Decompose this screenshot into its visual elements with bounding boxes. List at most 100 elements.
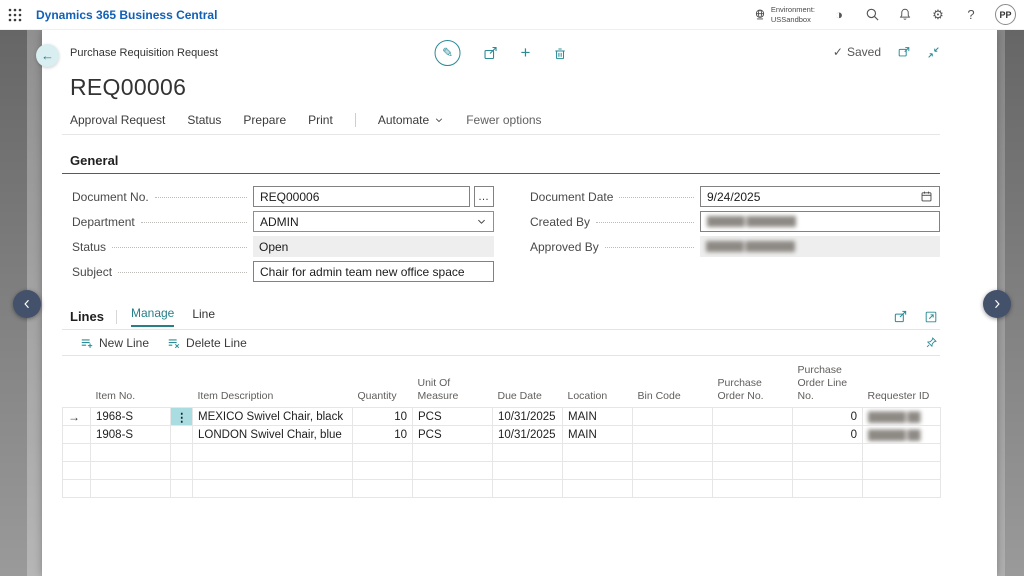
cell-po_no[interactable] xyxy=(713,408,793,426)
col-header-bin_code[interactable]: Bin Code xyxy=(633,362,713,408)
action-automate[interactable]: Automate xyxy=(378,113,444,127)
action-status[interactable]: Status xyxy=(187,113,221,127)
cell-due_date[interactable] xyxy=(493,462,563,480)
delete-button[interactable] xyxy=(552,46,567,61)
cell-quantity[interactable] xyxy=(353,480,413,498)
table-row-empty[interactable] xyxy=(63,480,941,498)
cell-requester_id[interactable]: ██████ ██ xyxy=(863,426,941,444)
search-icon[interactable] xyxy=(863,6,881,24)
document-no-input[interactable]: REQ00006 xyxy=(253,186,470,207)
action-prepare[interactable]: Prepare xyxy=(243,113,286,127)
cell-po_no[interactable] xyxy=(713,426,793,444)
collapse-icon[interactable] xyxy=(927,46,940,59)
cell-bin_code[interactable] xyxy=(633,480,713,498)
col-header-item_no[interactable]: Item No. xyxy=(91,362,171,408)
cell-due_date[interactable] xyxy=(493,444,563,462)
cell-description[interactable]: MEXICO Swivel Chair, black xyxy=(193,408,353,426)
environment-indicator[interactable]: Environment: USSandbox xyxy=(753,5,815,24)
cell-location[interactable] xyxy=(563,444,633,462)
cell-requester_id[interactable] xyxy=(863,462,941,480)
cell-requester_id[interactable] xyxy=(863,444,941,462)
action-fewer-options[interactable]: Fewer options xyxy=(466,113,541,127)
copilot-icon[interactable]: ◑ xyxy=(830,6,848,24)
cell-description[interactable] xyxy=(193,462,353,480)
cell-bin_code[interactable] xyxy=(633,444,713,462)
avatar[interactable]: PP xyxy=(995,4,1016,25)
cell-po_no[interactable] xyxy=(713,444,793,462)
document-date-input[interactable]: 9/24/2025 xyxy=(700,186,940,207)
col-header-options[interactable] xyxy=(171,362,193,408)
cell-quantity[interactable] xyxy=(353,462,413,480)
help-icon[interactable]: ? xyxy=(962,6,980,24)
col-header-due_date[interactable]: Due Date xyxy=(493,362,563,408)
cell-item_no[interactable]: 1908-S xyxy=(91,426,171,444)
previous-record-button[interactable] xyxy=(13,290,41,318)
cell-item_no[interactable]: 1968-S xyxy=(91,408,171,426)
tab-manage[interactable]: Manage xyxy=(131,306,174,327)
cell-bin_code[interactable] xyxy=(633,426,713,444)
cell-item_no[interactable] xyxy=(91,480,171,498)
col-header-po_line_no[interactable]: Purchase Order Line No. xyxy=(793,362,863,408)
cell-po_no[interactable] xyxy=(713,480,793,498)
settings-icon[interactable]: ⚙ xyxy=(929,6,947,24)
general-section-header[interactable]: General xyxy=(62,149,940,174)
cell-options[interactable]: ⋮ xyxy=(171,408,193,426)
cell-requester_id[interactable] xyxy=(863,480,941,498)
cell-due_date[interactable] xyxy=(493,480,563,498)
cell-description[interactable] xyxy=(193,480,353,498)
cell-uom[interactable] xyxy=(413,444,493,462)
col-header-quantity[interactable]: Quantity xyxy=(353,362,413,408)
table-row-empty[interactable] xyxy=(63,444,941,462)
action-print[interactable]: Print xyxy=(308,113,333,127)
cell-po_line_no[interactable] xyxy=(793,480,863,498)
delete-line-button[interactable]: Delete Line xyxy=(167,336,247,350)
document-no-assist-button[interactable]: … xyxy=(474,186,494,207)
pin-icon[interactable] xyxy=(925,336,940,349)
subject-input[interactable]: Chair for admin team new office space xyxy=(253,261,494,282)
cell-due_date[interactable]: 10/31/2025 xyxy=(493,408,563,426)
cell-po_no[interactable] xyxy=(713,462,793,480)
edit-button[interactable]: ✎ xyxy=(435,40,461,66)
cell-selector[interactable]: → xyxy=(63,408,91,426)
cell-uom[interactable] xyxy=(413,462,493,480)
cell-selector[interactable] xyxy=(63,444,91,462)
table-row[interactable]: →1968-S⋮MEXICO Swivel Chair, black10PCS1… xyxy=(63,408,941,426)
next-record-button[interactable] xyxy=(983,290,1011,318)
created-by-input[interactable]: ██████ ████████ xyxy=(700,211,940,232)
cell-item_no[interactable] xyxy=(91,462,171,480)
cell-uom[interactable] xyxy=(413,480,493,498)
cell-description[interactable]: LONDON Swivel Chair, blue xyxy=(193,426,353,444)
lines-section-header[interactable]: Lines xyxy=(62,309,104,324)
cell-quantity[interactable] xyxy=(353,444,413,462)
cell-po_line_no[interactable]: 0 xyxy=(793,426,863,444)
department-select[interactable]: ADMIN xyxy=(253,211,494,232)
col-header-description[interactable]: Item Description xyxy=(193,362,353,408)
app-title[interactable]: Dynamics 365 Business Central xyxy=(36,8,217,22)
cell-item_no[interactable] xyxy=(91,444,171,462)
back-button[interactable]: ← xyxy=(36,44,59,67)
cell-location[interactable]: MAIN xyxy=(563,408,633,426)
cell-quantity[interactable]: 10 xyxy=(353,408,413,426)
cell-location[interactable] xyxy=(563,462,633,480)
open-in-excel-icon[interactable] xyxy=(924,309,938,324)
cell-options[interactable] xyxy=(171,426,193,444)
cell-po_line_no[interactable] xyxy=(793,444,863,462)
app-launcher-icon[interactable] xyxy=(0,0,30,30)
share-lines-icon[interactable] xyxy=(893,309,908,324)
cell-location[interactable] xyxy=(563,480,633,498)
cell-po_line_no[interactable] xyxy=(793,462,863,480)
tab-line[interactable]: Line xyxy=(192,307,215,326)
cell-selector[interactable] xyxy=(63,480,91,498)
cell-uom[interactable]: PCS xyxy=(413,408,493,426)
table-row-empty[interactable] xyxy=(63,462,941,480)
col-header-requester_id[interactable]: Requester ID xyxy=(863,362,941,408)
new-line-button[interactable]: New Line xyxy=(80,336,149,350)
share-button[interactable] xyxy=(483,45,499,61)
col-header-selector[interactable] xyxy=(63,362,91,408)
cell-bin_code[interactable] xyxy=(633,408,713,426)
cell-selector[interactable] xyxy=(63,426,91,444)
new-button[interactable]: + xyxy=(521,43,531,63)
col-header-po_no[interactable]: Purchase Order No. xyxy=(713,362,793,408)
col-header-location[interactable]: Location xyxy=(563,362,633,408)
cell-requester_id[interactable]: ██████ ██ xyxy=(863,408,941,426)
